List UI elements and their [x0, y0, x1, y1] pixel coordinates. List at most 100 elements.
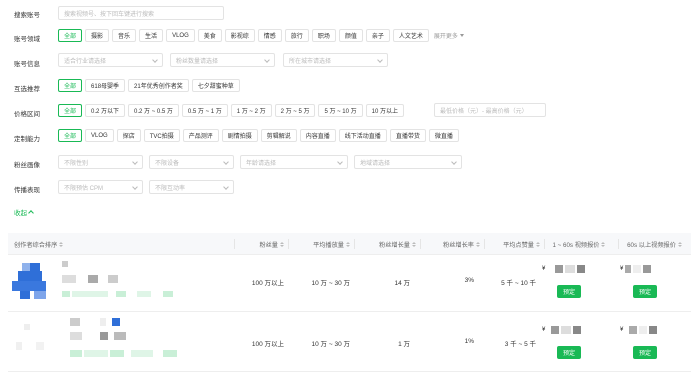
recommend-option[interactable]: 618母婴季 [85, 79, 126, 92]
domain-option[interactable]: 全部 [58, 29, 83, 42]
age-placeholder: 年龄请选择 [246, 160, 277, 167]
recommend-option[interactable]: 七夕甜蜜种草 [191, 79, 240, 92]
ability-option[interactable]: 产品测评 [182, 129, 219, 142]
cell-fans: 100 万以上 [251, 341, 284, 348]
ability-option[interactable]: 内容直播 [299, 129, 336, 142]
ability-option[interactable]: 全部 [58, 129, 83, 142]
price-option[interactable]: 2 万 ~ 5 万 [274, 104, 316, 117]
creator-tags [70, 350, 178, 359]
domain-option[interactable]: 美食 [197, 29, 222, 42]
chevron-down-icon [132, 184, 138, 190]
expand-more-button[interactable]: 展开更多 [434, 31, 464, 40]
header-price-short[interactable]: 1 ~ 60s 视频报价 [544, 233, 614, 255]
ability-option[interactable]: 直播带货 [389, 129, 426, 142]
header-avg-play[interactable]: 平均播放量 [288, 233, 350, 255]
book-button[interactable]: 预定 [633, 285, 658, 298]
expand-more-label: 展开更多 [433, 34, 458, 40]
chevron-down-icon [223, 184, 229, 190]
chevron-down-icon [337, 159, 343, 165]
chevron-down-icon [132, 159, 138, 165]
cpm-select[interactable]: 不限预估 CPM [58, 180, 143, 194]
sort-icon [59, 241, 64, 247]
search-label: 搜索账号 [14, 12, 40, 19]
book-button[interactable]: 预定 [633, 346, 658, 359]
ability-option[interactable]: 剪辑解说 [260, 129, 297, 142]
domain-option[interactable]: 亲子 [365, 29, 390, 42]
recommend-options: 全部 618母婴季 21年优秀创作者奖 七夕甜蜜种草 [58, 79, 240, 92]
domain-option[interactable]: 影视综 [224, 29, 255, 42]
header-price-long[interactable]: 60s 以上视频报价 [618, 233, 691, 255]
header-fans-growth-rate[interactable]: 粉丝增长率 [420, 233, 480, 255]
cell-avg-play: 10 万 ~ 30 万 [311, 280, 350, 287]
header-fans-growth[interactable]: 粉丝增长量 [354, 233, 416, 255]
creator-tags [62, 291, 174, 299]
domain-option[interactable]: 音乐 [112, 29, 137, 42]
ability-option[interactable]: 剧情拍摄 [221, 129, 258, 142]
custom-price-input[interactable]: 最低价格（元）- 最高价格（元） [434, 103, 546, 117]
domain-option[interactable]: 情感 [257, 29, 282, 42]
price-option[interactable]: 1 万 ~ 2 万 [230, 104, 272, 117]
domain-option[interactable]: 旅行 [284, 29, 309, 42]
header-avg-likes-label: 平均点赞量 [503, 241, 534, 249]
table-row[interactable]: 100 万以上 10 万 ~ 30 万 1 万 1% 3 千 ~ 5 千 ¥ 预… [8, 312, 691, 372]
domain-option[interactable]: 生活 [139, 29, 164, 42]
domain-option[interactable]: VLOG [166, 29, 195, 42]
recommend-option[interactable]: 全部 [58, 79, 83, 92]
creator-name[interactable] [62, 261, 68, 269]
city-select[interactable]: 所在城市请选择 [283, 53, 388, 67]
ability-option[interactable]: 线下活动直播 [338, 129, 387, 142]
currency-symbol: ¥ [620, 327, 624, 333]
header-fans-label: 粉丝量 [259, 241, 278, 249]
industry-select[interactable]: 适合行业请选择 [58, 53, 163, 67]
price-option[interactable]: 0.2 万以下 [85, 104, 126, 117]
cell-fans: 100 万以上 [251, 280, 284, 287]
interaction-select[interactable]: 不限互动率 [149, 180, 234, 194]
header-creator-label: 创作者综合排序 [14, 241, 58, 249]
currency-symbol: ¥ [542, 327, 546, 333]
chevron-down-icon [223, 159, 229, 165]
domain-option[interactable]: 职场 [311, 29, 336, 42]
domain-option[interactable]: 人文艺术 [392, 29, 429, 42]
caret-down-icon [459, 34, 464, 37]
table-row[interactable]: 100 万以上 10 万 ~ 30 万 14 万 3% 5 千 ~ 10 千 ¥… [8, 255, 691, 312]
ability-option[interactable]: 探店 [116, 129, 141, 142]
collapse-label: 收起 [14, 210, 27, 217]
age-select[interactable]: 年龄请选择 [240, 155, 348, 169]
recommend-option[interactable]: 21年优秀创作者奖 [128, 79, 189, 92]
header-fans[interactable]: 粉丝量 [234, 233, 284, 255]
collapse-button[interactable]: 收起 [14, 207, 34, 217]
price-option[interactable]: 0.5 万 ~ 1 万 [181, 104, 228, 117]
region-select[interactable]: 地域请选择 [354, 155, 462, 169]
price-option[interactable]: 10 万以上 [365, 104, 404, 117]
header-avg-likes[interactable]: 平均点赞量 [484, 233, 540, 255]
custom-ability-label: 定制能力 [14, 136, 40, 143]
creator-name[interactable] [70, 318, 120, 328]
cell-avg-play: 10 万 ~ 30 万 [311, 341, 350, 348]
price-option[interactable]: 全部 [58, 104, 83, 117]
avatar [12, 318, 52, 358]
header-creator[interactable]: 创作者综合排序 [14, 233, 64, 255]
price-option[interactable]: 0.2 万 ~ 0.5 万 [128, 104, 179, 117]
chevron-down-icon [264, 57, 270, 63]
ability-option[interactable]: 微直播 [428, 129, 459, 142]
header-fans-growth-label: 粉丝增长量 [379, 241, 410, 249]
gender-placeholder: 不限性别 [64, 160, 89, 167]
ability-option[interactable]: VLOG [85, 129, 114, 142]
book-button[interactable]: 预定 [557, 346, 582, 359]
device-select[interactable]: 不限设备 [149, 155, 234, 169]
book-button[interactable]: 预定 [557, 285, 582, 298]
cell-avg-likes: 5 千 ~ 10 千 [501, 280, 536, 287]
domain-option[interactable]: 摄影 [85, 29, 110, 42]
price-option[interactable]: 5 万 ~ 10 万 [318, 104, 363, 117]
gender-select[interactable]: 不限性别 [58, 155, 143, 169]
domain-option[interactable]: 颜值 [338, 29, 363, 42]
cell-fans-growth-rate: 1% [464, 338, 474, 345]
cpm-placeholder: 不限预估 CPM [64, 185, 104, 192]
fans-select[interactable]: 粉丝数量请选择 [170, 53, 275, 67]
price-range-options: 全部 0.2 万以下 0.2 万 ~ 0.5 万 0.5 万 ~ 1 万 1 万… [58, 104, 404, 117]
ability-option[interactable]: TVC拍摄 [143, 129, 180, 142]
search-input[interactable]: 搜索视频号、按下回车键进行搜索 [58, 6, 224, 20]
header-fans-growth-rate-label: 粉丝增长率 [443, 241, 474, 249]
account-info-label: 账号信息 [14, 61, 40, 68]
header-avg-play-label: 平均播放量 [313, 241, 344, 249]
